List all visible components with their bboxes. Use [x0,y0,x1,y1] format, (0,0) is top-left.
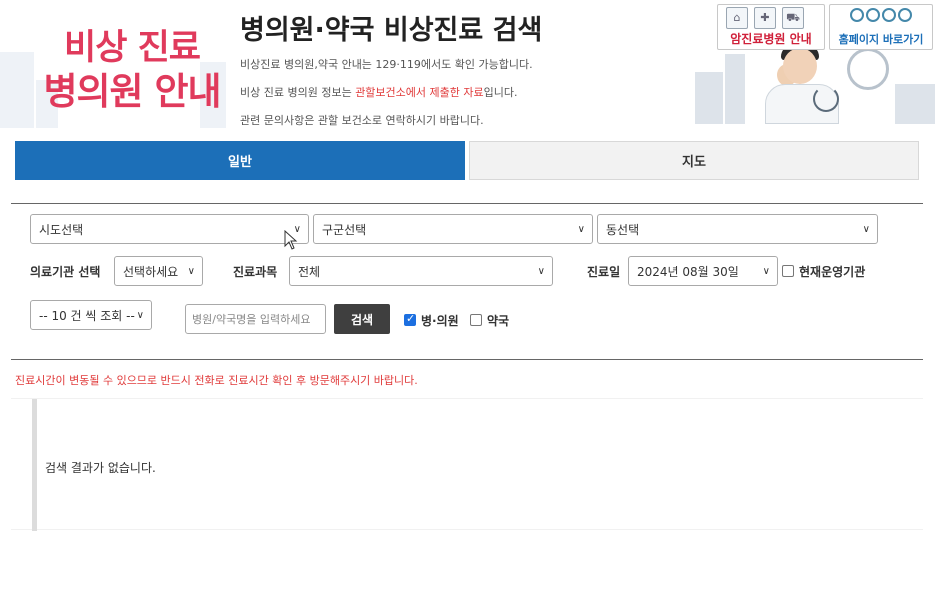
institution-select[interactable]: 선택하세요 ∨ [114,256,203,286]
ambulance-icon: ⛟ [782,7,804,29]
clock-icon [847,48,889,90]
chevron-down-icon: ∨ [537,266,545,277]
pharmacy-checkbox[interactable] [470,314,482,326]
info-line-2: 비상 진료 병의원 정보는 관할보건소에서 제출한 자료입니다. [240,84,517,100]
department-label: 진료과목 [233,265,278,279]
hospital-checkbox-label: 병·의원 [421,314,459,328]
header: 비상 진료 병의원 안내 병의원·약국 비상진료 검색 비상진료 병의원,약국 … [0,0,936,130]
info-line-2-highlight: 관할보건소에서 제출한 자료 [355,86,484,99]
results-divider [32,399,37,531]
open-now-checkbox[interactable] [782,265,794,277]
chevron-down-icon: ∨ [577,224,585,235]
hospital-checkbox[interactable] [404,312,416,326]
search-input-placeholder: 병원/약국명을 입력하세요 [192,313,311,326]
date-select[interactable]: 2024년 08월 30일 ∨ [628,256,778,286]
chevron-down-icon: ∨ [136,310,144,321]
logo: 비상 진료 병의원 안내 [42,26,222,114]
chevron-down-icon: ∨ [187,266,195,277]
dong-select-value: 동선택 [606,222,640,237]
sido-select[interactable]: 시도선택 ∨ [30,214,309,244]
sido-select-value: 시도선택 [39,222,84,237]
homepage-label: 홈페이지 바로가기 [838,33,924,46]
cancer-hospital-label: 암진료병원 안내 [730,32,812,46]
tab-map[interactable]: 지도 [469,141,919,180]
cancer-hospital-button[interactable]: ⌂ ✚ ⛟ 암진료병원 안내 [717,4,825,50]
open-now-label: 현재운영기관 [799,265,866,279]
gugun-select-value: 구군선택 [322,222,367,237]
pharmacy-checkbox-label: 약국 [487,314,510,328]
dong-select[interactable]: 동선택 ∨ [597,214,878,244]
results-area: 검색 결과가 없습니다. [11,398,923,531]
tab-bar: 일반 지도 [15,141,919,180]
stethoscope-icon [813,86,839,112]
notice-text: 진료시간이 변동될 수 있으므로 반드시 전화로 진료시간 확인 후 방문해주시… [15,374,418,387]
hospital-icon: ⌂ [726,7,748,29]
chevron-down-icon: ∨ [762,266,770,277]
page-size-select-value: -- 10 건 씩 조회 -- [39,308,135,323]
empty-results-message: 검색 결과가 없습니다. [45,461,156,475]
mouse-cursor-icon [284,230,298,250]
search-filter-panel: 시도선택 ∨ 구군선택 ∨ 동선택 ∨ 의료기관 선택 선택하세요 ∨ 진료과목… [11,203,923,360]
search-input[interactable]: 병원/약국명을 입력하세요 [185,304,326,334]
department-select-value: 전체 [298,264,321,279]
institution-label: 의료기관 선택 [30,265,101,279]
tab-general[interactable]: 일반 [15,141,465,180]
clinic-icon: ✚ [754,7,776,29]
page-size-select[interactable]: -- 10 건 씩 조회 -- ∨ [30,300,152,330]
gugun-select[interactable]: 구군선택 ∨ [313,214,593,244]
date-label: 진료일 [587,265,621,279]
info-line-3: 관련 문의사항은 관할 보건소로 연락하시기 바랍니다. [240,114,484,127]
logo-line1: 비상 진료 [64,28,201,68]
institution-select-value: 선택하세요 [123,264,179,279]
page-title: 병의원·약국 비상진료 검색 [240,15,543,46]
date-select-value: 2024년 08월 30일 [637,264,739,279]
info-line-1: 비상진료 병의원,약국 안내는 129·119에서도 확인 가능합니다. [240,58,533,71]
homepage-button[interactable]: 홈페이지 바로가기 [829,4,933,50]
chevron-down-icon: ∨ [862,224,870,235]
homepage-icon [850,8,912,22]
search-button[interactable]: 검색 [334,304,390,334]
department-select[interactable]: 전체 ∨ [289,256,553,286]
info-line-2-pre: 비상 진료 병의원 정보는 [240,86,356,99]
banner-illustration: ⌂ ✚ ⛟ 암진료병원 안내 홈페이지 바로가기 [695,0,936,124]
info-line-2-post: 입니다. [483,86,518,99]
logo-line2: 병의원 안내 [43,70,221,113]
